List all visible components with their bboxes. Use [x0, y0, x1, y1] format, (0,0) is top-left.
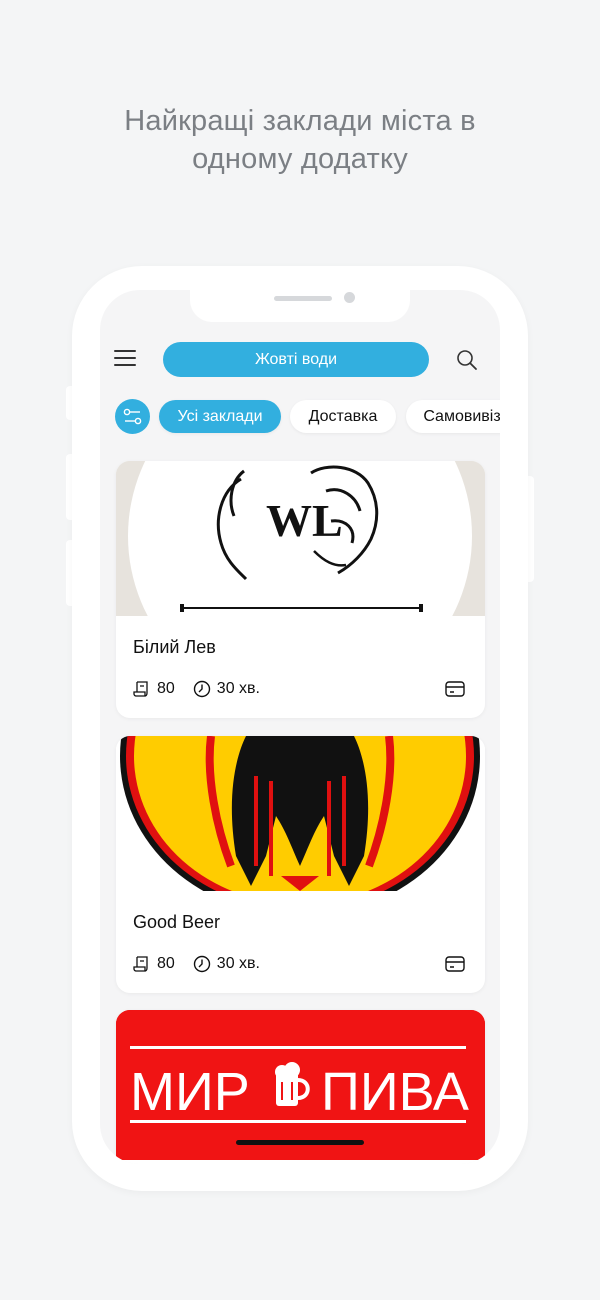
receipt-icon	[133, 681, 148, 697]
venue-meta: 80 30 хв.	[133, 954, 278, 974]
search-icon[interactable]	[455, 348, 479, 372]
svg-text:МИР: МИР	[130, 1062, 250, 1122]
home-indicator	[236, 1140, 364, 1145]
white-lion-logo: WL	[116, 461, 485, 616]
delivery-time: 30 хв.	[216, 955, 260, 972]
top-bar: Жовті води	[100, 342, 500, 378]
delivery-time: 30 хв.	[216, 680, 260, 697]
city-selector-button[interactable]: Жовті води	[163, 342, 429, 377]
min-order-value: 80	[157, 680, 175, 697]
svg-text:ПИВА: ПИВА	[321, 1062, 469, 1122]
clock-icon	[193, 680, 210, 698]
venue-card-bilyi-lev[interactable]: WL Білий Лев 80 30 хв.	[116, 461, 485, 718]
filter-sliders-icon	[123, 408, 142, 425]
min-order-value: 80	[157, 955, 175, 972]
clock-icon	[193, 955, 210, 973]
card-icon	[445, 681, 465, 697]
phone-screen: Жовті води Усі заклади Доставка Самовиві…	[100, 290, 500, 1164]
front-camera	[344, 292, 355, 303]
venue-name: Good Beer	[133, 912, 221, 932]
venue-card-good-beer[interactable]: Good Beer 80 30 хв.	[116, 736, 485, 993]
chip-delivery[interactable]: Доставка	[290, 400, 396, 433]
phone-notch	[190, 290, 410, 322]
venue-meta: 80 30 хв.	[133, 679, 278, 699]
venue-logo-bilyi-lev: WL	[116, 461, 485, 616]
eagle-logo	[116, 736, 485, 891]
speaker-grille	[274, 296, 332, 301]
phone-frame: Жовті води Усі заклади Доставка Самовиві…	[72, 266, 528, 1191]
filter-button[interactable]	[115, 399, 150, 434]
venue-logo-good-beer	[116, 736, 485, 891]
svg-text:WL: WL	[266, 495, 343, 546]
receipt-icon	[133, 956, 148, 972]
chip-all-venues[interactable]: Усі заклади	[159, 400, 281, 433]
category-filter-bar: Усі заклади Доставка Самовивіз	[115, 399, 500, 435]
promo-headline: Найкращі заклади міста в одному додатку	[0, 102, 600, 178]
venue-name: Білий Лев	[133, 637, 216, 657]
hamburger-icon[interactable]	[114, 350, 136, 368]
mir-piva-logo: МИР ПИВА	[116, 1010, 485, 1160]
venue-logo-mir-piva: МИР ПИВА	[116, 1010, 485, 1160]
chip-pickup[interactable]: Самовивіз	[406, 400, 500, 433]
headline-line-1: Найкращі заклади міста в	[124, 105, 476, 137]
card-icon	[445, 956, 465, 972]
headline-line-2: одному додатку	[192, 143, 408, 175]
